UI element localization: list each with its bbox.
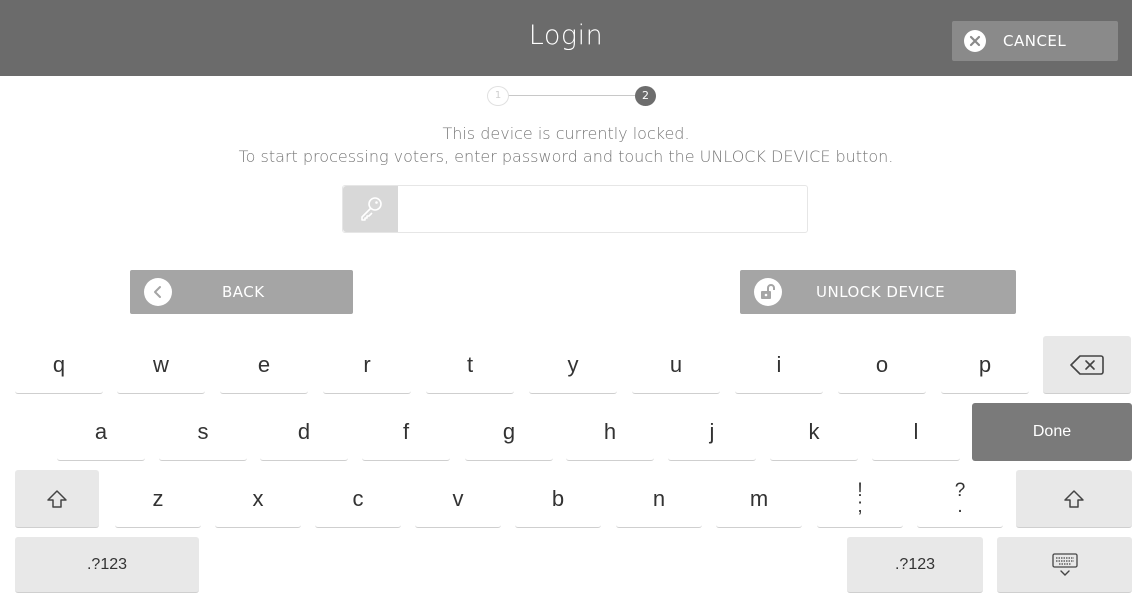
done-key[interactable]: Done bbox=[972, 403, 1132, 461]
key-i[interactable]: i bbox=[735, 336, 823, 394]
back-button-label: BACK bbox=[222, 283, 265, 301]
cancel-button-label: CANCEL bbox=[1003, 32, 1067, 50]
on-screen-keyboard: q w e r t y u i o p a s d f g h j k l Do… bbox=[0, 328, 1132, 593]
symbols-key-right[interactable]: .?123 bbox=[847, 537, 983, 593]
key-icon bbox=[343, 186, 398, 232]
unlock-icon bbox=[754, 278, 782, 306]
shift-key-right[interactable] bbox=[1016, 470, 1132, 528]
unlock-device-button[interactable]: UNLOCK DEVICE bbox=[740, 270, 1016, 314]
backspace-key[interactable] bbox=[1043, 336, 1131, 394]
key-o[interactable]: o bbox=[838, 336, 926, 394]
key-m[interactable]: m bbox=[716, 470, 802, 528]
key-exclamation-semicolon[interactable]: ! ; bbox=[817, 470, 903, 528]
chevron-left-icon bbox=[144, 278, 172, 306]
key-c[interactable]: c bbox=[315, 470, 401, 528]
key-n[interactable]: n bbox=[616, 470, 702, 528]
key-e[interactable]: e bbox=[220, 336, 308, 394]
key-period: . bbox=[957, 495, 963, 517]
shift-icon bbox=[1064, 489, 1084, 508]
key-t[interactable]: t bbox=[426, 336, 514, 394]
password-input[interactable] bbox=[401, 190, 805, 228]
key-r[interactable]: r bbox=[323, 336, 411, 394]
step-2-indicator: 2 bbox=[635, 86, 656, 106]
key-x[interactable]: x bbox=[215, 470, 301, 528]
backspace-icon bbox=[1070, 354, 1104, 375]
key-u[interactable]: u bbox=[632, 336, 720, 394]
key-a[interactable]: a bbox=[57, 403, 145, 461]
header-bar: Login CANCEL bbox=[0, 0, 1132, 76]
hide-keyboard-key[interactable] bbox=[997, 537, 1132, 593]
cancel-button[interactable]: CANCEL bbox=[952, 21, 1118, 61]
key-g[interactable]: g bbox=[465, 403, 553, 461]
key-d[interactable]: d bbox=[260, 403, 348, 461]
key-h[interactable]: h bbox=[566, 403, 654, 461]
key-question-period[interactable]: ? . bbox=[917, 470, 1003, 528]
close-icon bbox=[964, 30, 986, 52]
key-v[interactable]: v bbox=[415, 470, 501, 528]
password-field bbox=[342, 185, 808, 233]
key-b[interactable]: b bbox=[515, 470, 601, 528]
key-j[interactable]: j bbox=[668, 403, 756, 461]
symbols-key-left[interactable]: .?123 bbox=[15, 537, 199, 593]
key-p[interactable]: p bbox=[941, 336, 1029, 394]
key-semicolon: ; bbox=[857, 495, 863, 517]
key-s[interactable]: s bbox=[159, 403, 247, 461]
shift-icon bbox=[47, 489, 67, 508]
key-k[interactable]: k bbox=[770, 403, 858, 461]
key-l[interactable]: l bbox=[872, 403, 960, 461]
key-w[interactable]: w bbox=[117, 336, 205, 394]
shift-key-left[interactable] bbox=[15, 470, 99, 528]
key-z[interactable]: z bbox=[115, 470, 201, 528]
key-y[interactable]: y bbox=[529, 336, 617, 394]
back-button[interactable]: BACK bbox=[130, 270, 353, 314]
step-1-indicator: 1 bbox=[487, 86, 509, 106]
instruction-message: To start processing voters, enter passwo… bbox=[238, 147, 894, 166]
key-q[interactable]: q bbox=[15, 336, 103, 394]
locked-message: This device is currently locked. bbox=[442, 124, 690, 143]
keyboard-hide-icon bbox=[1051, 552, 1078, 576]
key-f[interactable]: f bbox=[362, 403, 450, 461]
unlock-device-button-label: UNLOCK DEVICE bbox=[816, 283, 946, 301]
stepper-line bbox=[500, 95, 646, 96]
